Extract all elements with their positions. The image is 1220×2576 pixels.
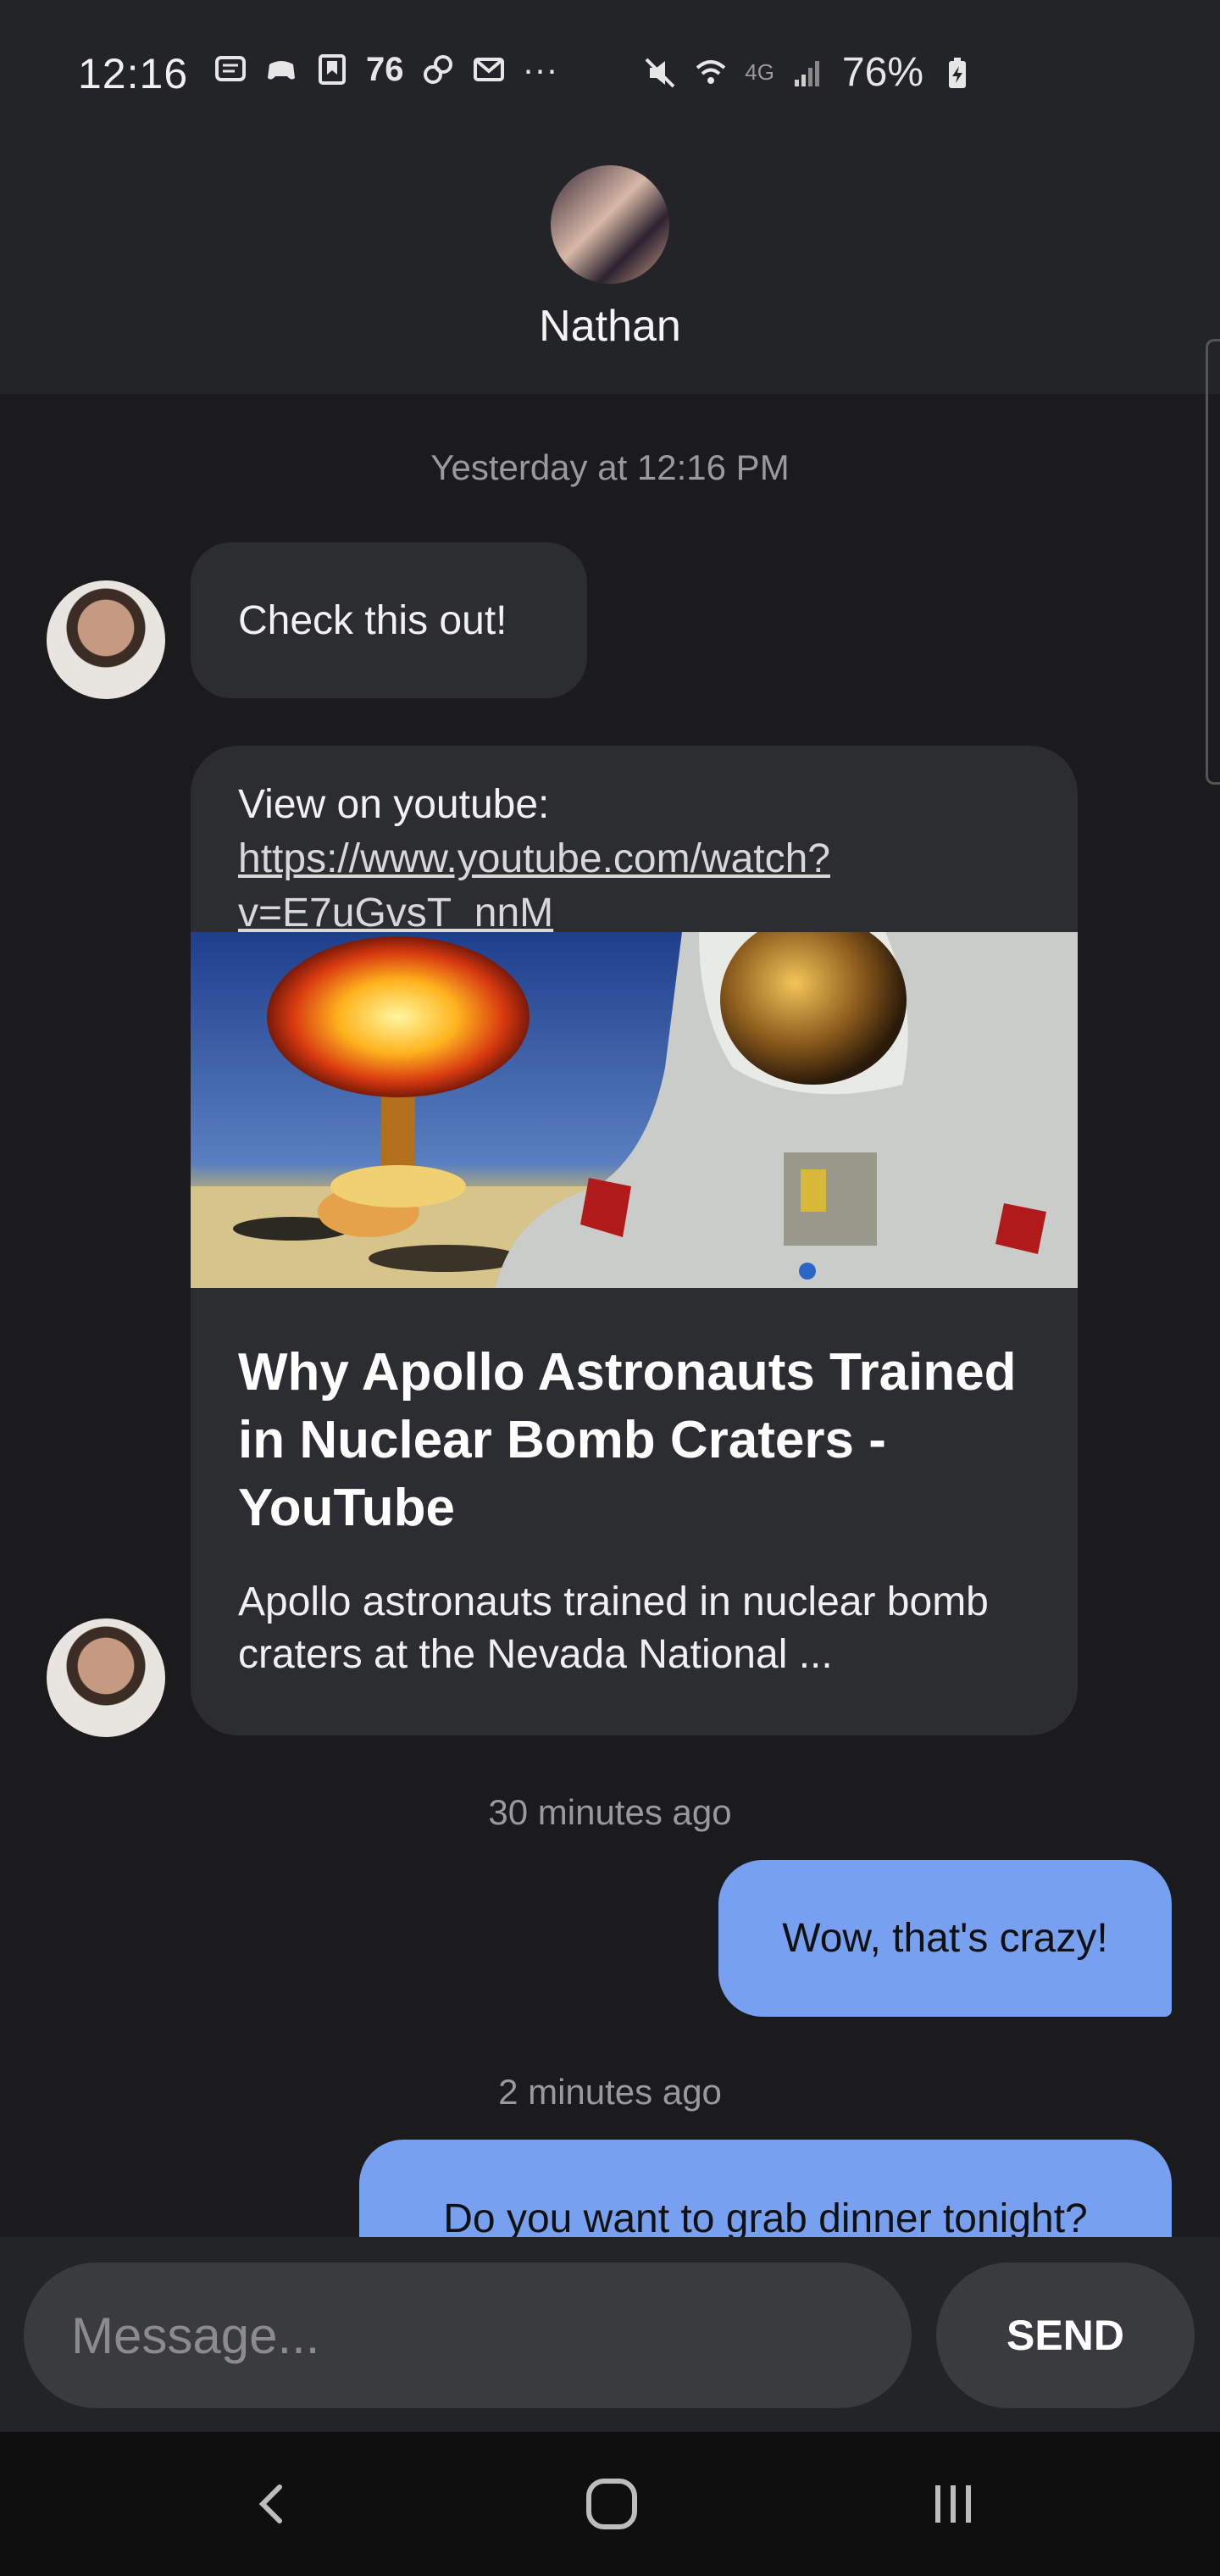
send-button[interactable]: SEND: [936, 2262, 1195, 2408]
notification-count: 76: [366, 50, 404, 88]
home-icon: [586, 2479, 637, 2529]
link-message-text: View on youtube: https://www.youtube.com…: [238, 778, 1051, 941]
status-time: 12:16: [78, 50, 189, 97]
compose-bar: SEND: [0, 2237, 1220, 2432]
link-prefix: View on youtube:: [238, 782, 550, 827]
message-text: Wow, that's crazy!: [782, 1916, 1108, 1961]
message-timestamp: Yesterday at 12:16 PM: [430, 447, 790, 487]
bookmark-icon: [319, 54, 346, 85]
video-thumbnail[interactable]: [191, 932, 1078, 1288]
message-timestamp: 30 minutes ago: [488, 1792, 732, 1832]
notification-icons: 76 ···: [214, 49, 557, 90]
outgoing-message[interactable]: Wow, that's crazy!: [718, 1860, 1172, 2017]
recent-apps-button[interactable]: [919, 2470, 987, 2538]
signal-icon: [794, 60, 819, 86]
scrollbar[interactable]: [1206, 339, 1220, 785]
navigation-bar: [0, 2432, 1220, 2576]
battery-charging-icon: [949, 57, 966, 88]
link-preview-card[interactable]: View on youtube: https://www.youtube.com…: [191, 746, 1078, 1735]
home-button[interactable]: [578, 2470, 646, 2538]
link-icon: [423, 55, 452, 84]
message-text: Check this out!: [238, 597, 507, 643]
message-list-clip: Do you want to grab dinner tonight?: [0, 2140, 1220, 2237]
back-button[interactable]: [239, 2470, 307, 2538]
wifi-icon: [696, 59, 726, 84]
status-bar: 12:16 76 ··· 4G 76%: [0, 0, 1220, 153]
link-description: Apollo astronauts trained in nuclear bom…: [238, 1579, 989, 1677]
link-title: Why Apollo Astronauts Trained in Nuclear…: [238, 1343, 1017, 1537]
outgoing-message[interactable]: Do you want to grab dinner tonight?: [359, 2140, 1172, 2237]
network-type: 4G: [745, 59, 774, 85]
contact-name[interactable]: Nathan: [0, 301, 1220, 352]
youtube-link[interactable]: https://www.youtube.com/watch?v=E7uGvsT_…: [238, 836, 830, 935]
message-input[interactable]: [24, 2262, 912, 2408]
mail-icon: [473, 58, 504, 81]
system-icons: 4G 76%: [643, 49, 974, 96]
game-controller-icon: [268, 61, 295, 80]
recent-apps-icon: [935, 2485, 971, 2523]
contact-avatar[interactable]: [551, 165, 669, 284]
thumbnail-image: [191, 932, 1078, 1288]
message-text: Do you want to grab dinner tonight?: [443, 2196, 1088, 2237]
back-icon: [258, 2484, 282, 2523]
message-notification-icon: [215, 56, 246, 81]
incoming-message[interactable]: Check this out!: [191, 542, 587, 698]
conversation-header: Nathan: [0, 153, 1220, 394]
sender-avatar[interactable]: [47, 1618, 165, 1737]
sender-avatar[interactable]: [47, 580, 165, 699]
message-timestamp: 2 minutes ago: [498, 2072, 722, 2112]
battery-percent: 76%: [841, 50, 923, 95]
mute-icon: [645, 58, 675, 87]
more-notifications-icon: ···: [522, 49, 558, 89]
